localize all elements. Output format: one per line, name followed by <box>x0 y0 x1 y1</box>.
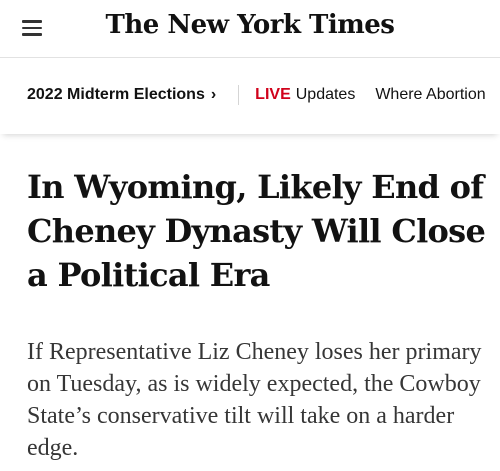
live-updates-link[interactable]: LIVE Updates <box>255 86 355 103</box>
masthead: The New York Times <box>0 0 500 58</box>
article-headline: In Wyoming, Likely End of Cheney Dynasty… <box>27 168 486 294</box>
section-link-midterm-elections[interactable]: 2022 Midterm Elections › <box>27 86 216 103</box>
live-label: LIVE <box>255 86 291 104</box>
section-link-label: 2022 Midterm Elections <box>27 86 205 104</box>
subnav-divider <box>238 85 240 105</box>
section-subnav: 2022 Midterm Elections › LIVE Updates Where … <box>0 58 500 134</box>
live-updates-label: Updates <box>295 86 356 104</box>
nyt-logo[interactable]: The New York Times <box>0 10 500 40</box>
chevron-right-icon: › <box>210 86 217 104</box>
subnav-items: 2022 Midterm Elections › LIVE Updates Where … <box>27 85 486 105</box>
subnav-item-abortion[interactable]: Where Abortion <box>375 86 485 103</box>
article-summary: If Representative Liz Cheney loses her p… <box>27 339 482 461</box>
